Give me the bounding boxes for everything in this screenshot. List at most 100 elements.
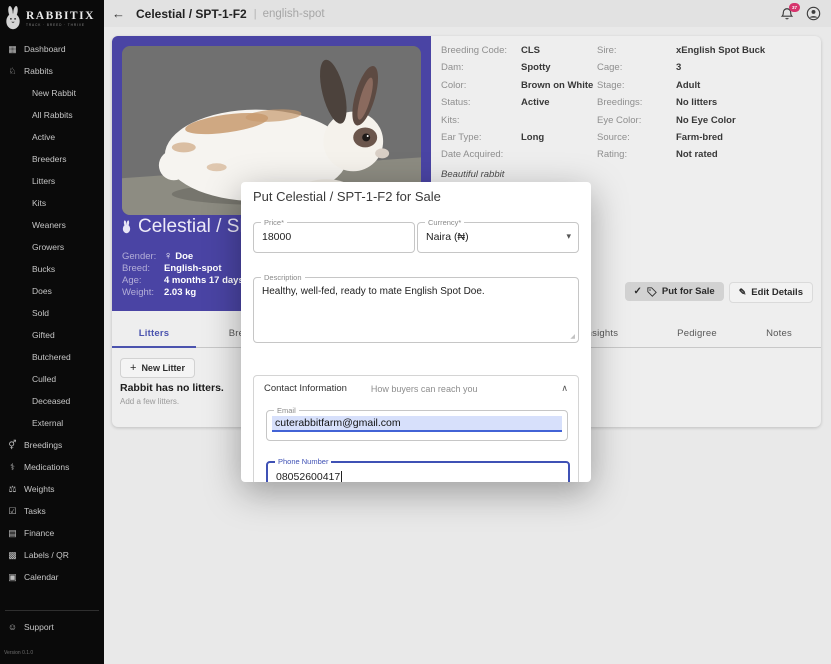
sidebar-item-tasks[interactable]: ☑ Tasks: [0, 500, 104, 522]
summary-row-weight: Weight: 2.03 kg: [122, 287, 244, 299]
page-title: Celestial / SPT-1-F2: [136, 7, 247, 21]
sidebar-item-new-rabbit[interactable]: New Rabbit: [0, 82, 104, 104]
detail-label: Ear Type:: [441, 132, 521, 143]
chevron-up-icon[interactable]: ∧: [561, 383, 568, 394]
top-bar: ← Celestial / SPT-1-F2 | english-spot 37: [104, 0, 831, 27]
detail-value: Adult: [676, 80, 815, 91]
summary-label: Breed:: [122, 263, 164, 274]
rabbit-icon: [121, 220, 132, 234]
sidebar-item-deceased[interactable]: Deceased: [0, 390, 104, 412]
app-version: Version 0.1.0: [4, 650, 33, 656]
brand-name: RABBITIX: [26, 10, 95, 22]
sidebar-item-sold[interactable]: Sold: [0, 302, 104, 324]
sidebar-item-label: Medications: [24, 462, 69, 472]
details-column-right: Sire: xEnglish Spot Buck Cage: 3 Stage: …: [597, 45, 815, 167]
brand-tagline: TRACK · BREED · THRIVE: [26, 23, 95, 27]
detail-label: Cage:: [597, 62, 676, 73]
rabbit-note: Beautiful rabbit: [441, 169, 504, 180]
sidebar-item-dashboard[interactable]: ▦ Dashboard: [0, 38, 104, 60]
detail-label: Sire:: [597, 45, 676, 56]
sidebar-item-active[interactable]: Active: [0, 126, 104, 148]
sidebar-item-calendar[interactable]: ▣ Calendar: [0, 566, 104, 588]
sidebar-item-label: Labels / QR: [24, 550, 69, 560]
sidebar-item-weights[interactable]: ⚖ Weights: [0, 478, 104, 500]
weights-icon: ⚖: [6, 484, 19, 495]
new-litter-button[interactable]: + New Litter: [120, 358, 195, 378]
sidebar-item-growers[interactable]: Growers: [0, 236, 104, 258]
text-cursor: [341, 471, 342, 482]
sidebar: RABBITIX TRACK · BREED · THRIVE ▦ Dashbo…: [0, 0, 104, 664]
back-icon[interactable]: ←: [112, 6, 125, 21]
currency-select[interactable]: Currency* Naira (₦) ▾: [417, 222, 579, 253]
put-for-sale-button[interactable]: ✓ Put for Sale: [625, 282, 724, 301]
summary-value: 2.03 kg: [164, 287, 196, 298]
detail-label: Source:: [597, 132, 676, 143]
tab-pedigree[interactable]: Pedigree: [655, 320, 739, 346]
sidebar-item-weaners[interactable]: Weaners: [0, 214, 104, 236]
phone-value: 08052600417: [276, 471, 340, 482]
logo[interactable]: RABBITIX TRACK · BREED · THRIVE: [0, 0, 104, 33]
sidebar-item-breeders[interactable]: Breeders: [0, 148, 104, 170]
email-label: Email: [274, 406, 299, 415]
notifications-button[interactable]: 37: [780, 7, 794, 21]
finance-icon: ▤: [6, 528, 19, 539]
sidebar-item-label: Deceased: [32, 396, 70, 406]
tab-notes[interactable]: Notes: [737, 320, 821, 346]
sidebar-item-label: New Rabbit: [32, 88, 76, 98]
sidebar-item-gifted[interactable]: Gifted: [0, 324, 104, 346]
sidebar-item-breedings[interactable]: ⚥ Breedings: [0, 434, 104, 456]
sidebar-item-label: Rabbits: [24, 66, 53, 76]
sidebar-item-does[interactable]: Does: [0, 280, 104, 302]
sidebar-item-bucks[interactable]: Bucks: [0, 258, 104, 280]
plus-icon: +: [130, 362, 136, 374]
sidebar-item-label: Breedings: [24, 440, 62, 450]
medications-icon: ⚕: [6, 462, 19, 473]
dashboard-icon: ▦: [6, 44, 19, 55]
sidebar-nav: ▦ Dashboard ♘ Rabbits New Rabbit All Rab…: [0, 38, 104, 588]
sidebar-item-labels-qr[interactable]: ▩ Labels / QR: [0, 544, 104, 566]
detail-value: No litters: [676, 97, 815, 108]
contact-information-section: Contact Information How buyers can reach…: [253, 375, 579, 482]
edit-details-label: Edit Details: [751, 287, 803, 298]
sidebar-item-butchered[interactable]: Butchered: [0, 346, 104, 368]
sidebar-item-label: External: [32, 418, 63, 428]
tab-litters[interactable]: Litters: [112, 320, 196, 348]
sidebar-item-culled[interactable]: Culled: [0, 368, 104, 390]
account-button[interactable]: [806, 6, 821, 21]
calendar-icon: ▣: [6, 572, 19, 583]
detail-value: Active: [521, 97, 595, 108]
detail-value: Spotty: [521, 62, 595, 73]
sidebar-item-external[interactable]: External: [0, 412, 104, 434]
sidebar-item-rabbits[interactable]: ♘ Rabbits: [0, 60, 104, 82]
detail-label: Date Acquired:: [441, 149, 521, 160]
description-field[interactable]: Description Healthy, well-fed, ready to …: [253, 277, 579, 343]
sidebar-item-label: Culled: [32, 374, 56, 384]
summary-value: 4 months 17 days: [164, 275, 244, 286]
put-for-sale-dialog: Put Celestial / SPT-1-F2 for Sale Price*…: [241, 182, 591, 482]
description-label: Description: [261, 273, 305, 282]
sidebar-item-label: Butchered: [32, 352, 71, 362]
sidebar-item-litters[interactable]: Litters: [0, 170, 104, 192]
sidebar-item-kits[interactable]: Kits: [0, 192, 104, 214]
sidebar-item-label: Breeders: [32, 154, 67, 164]
sidebar-item-label: Finance: [24, 528, 54, 538]
summary-label: Weight:: [122, 287, 164, 298]
summary-row-gender: Gender: ♀ Doe: [122, 250, 244, 262]
litters-empty-title: Rabbit has no litters.: [120, 382, 224, 394]
detail-label: Kits:: [441, 115, 521, 126]
resize-grip-icon[interactable]: ◢: [570, 333, 575, 340]
price-field[interactable]: Price* 18000: [253, 222, 415, 253]
sidebar-item-label: Growers: [32, 242, 64, 252]
edit-details-button[interactable]: ✎ Edit Details: [729, 282, 813, 303]
sidebar-item-support[interactable]: ☺ Support: [0, 616, 104, 638]
sidebar-item-medications[interactable]: ⚕ Medications: [0, 456, 104, 478]
summary-row-breed: Breed: English-spot: [122, 262, 244, 274]
email-field[interactable]: Email cuterabbitfarm@gmail.com: [266, 410, 568, 441]
sidebar-item-finance[interactable]: ▤ Finance: [0, 522, 104, 544]
sidebar-item-all-rabbits[interactable]: All Rabbits: [0, 104, 104, 126]
sidebar-item-label: Weights: [24, 484, 55, 494]
sidebar-item-label: Weaners: [32, 220, 66, 230]
details-column-left: Breeding Code: CLS Dam: Spotty Color: Br…: [441, 45, 595, 167]
detail-value: Farm-bred: [676, 132, 815, 143]
phone-number-field[interactable]: Phone Number 08052600417: [266, 461, 570, 482]
